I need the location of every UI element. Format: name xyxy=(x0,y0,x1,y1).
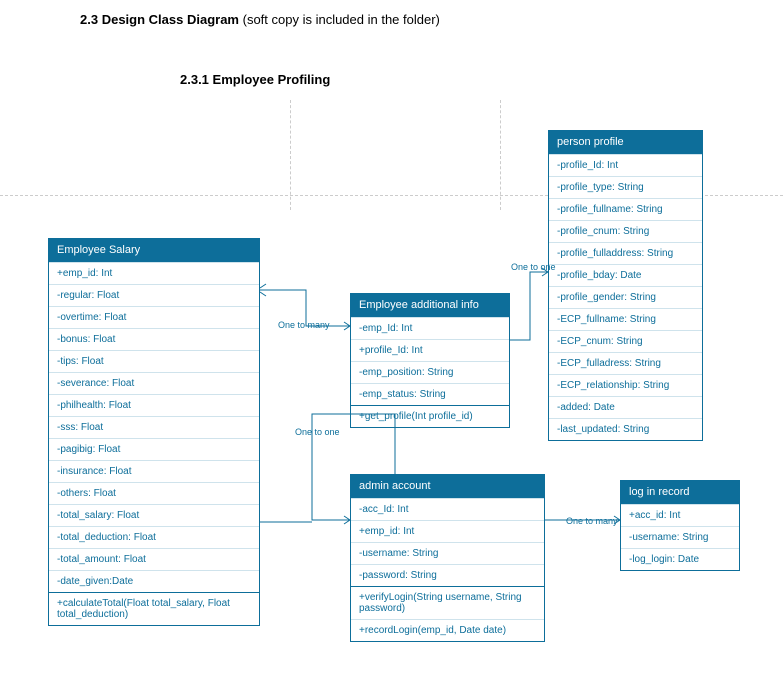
class-attr: -severance: Float xyxy=(49,372,259,394)
rel-one-to-many: One to many xyxy=(278,320,330,330)
class-attr: -emp_position: String xyxy=(351,361,509,383)
class-attr: -emp_Id: Int xyxy=(351,317,509,339)
class-attr: -added: Date xyxy=(549,396,702,418)
class-attr: -profile_fulladdress: String xyxy=(549,242,702,264)
guide-line xyxy=(500,100,501,210)
class-title: Employee additional info xyxy=(351,294,509,317)
class-attr: -profile_bday: Date xyxy=(549,264,702,286)
subsection-number: 2.3.1 xyxy=(180,72,209,87)
rel-one-to-one: One to one xyxy=(511,262,556,272)
class-attr: -profile_Id: Int xyxy=(549,154,702,176)
class-attr: -insurance: Float xyxy=(49,460,259,482)
class-title: Employee Salary xyxy=(49,239,259,262)
class-attr: -log_login: Date xyxy=(621,548,739,570)
class-attr: -tips: Float xyxy=(49,350,259,372)
class-attr: -password: String xyxy=(351,564,544,586)
class-attr: -profile_cnum: String xyxy=(549,220,702,242)
class-attr: -acc_Id: Int xyxy=(351,498,544,520)
class-attr: +acc_id: Int xyxy=(621,504,739,526)
rel-one-to-one: One to one xyxy=(295,427,340,437)
class-op: +get_profile(Int profile_id) xyxy=(351,405,509,427)
rel-one-to-many: One to many xyxy=(566,516,618,526)
class-attr: +emp_id: Int xyxy=(351,520,544,542)
class-attr: -ECP_fulladress: String xyxy=(549,352,702,374)
class-attr: -last_updated: String xyxy=(549,418,702,440)
class-attr: -total_amount: Float xyxy=(49,548,259,570)
class-attr: -sss: Float xyxy=(49,416,259,438)
subsection-heading: 2.3.1 Employee Profiling xyxy=(180,72,330,87)
class-person-profile: person profile -profile_Id: Int -profile… xyxy=(548,130,703,441)
class-attr: -pagibig: Float xyxy=(49,438,259,460)
class-attr: -emp_status: String xyxy=(351,383,509,405)
class-attr: -date_given:Date xyxy=(49,570,259,592)
class-attr: -profile_gender: String xyxy=(549,286,702,308)
section-heading: 2.3 Design Class Diagram (soft copy is i… xyxy=(80,12,440,27)
class-attr: -username: String xyxy=(351,542,544,564)
class-attr: -regular: Float xyxy=(49,284,259,306)
class-op: +recordLogin(emp_id, Date date) xyxy=(351,619,544,641)
class-title: person profile xyxy=(549,131,702,154)
class-attr: -ECP_cnum: String xyxy=(549,330,702,352)
class-attr: -total_salary: Float xyxy=(49,504,259,526)
class-title: log in record xyxy=(621,481,739,504)
class-employee-additional-info: Employee additional info -emp_Id: Int +p… xyxy=(350,293,510,428)
class-log-in-record: log in record +acc_id: Int -username: St… xyxy=(620,480,740,571)
class-attr: +emp_id: Int xyxy=(49,262,259,284)
subsection-title-text: Employee Profiling xyxy=(213,72,331,87)
class-attr: -philhealth: Float xyxy=(49,394,259,416)
class-attr: +profile_Id: Int xyxy=(351,339,509,361)
class-attr: -total_deduction: Float xyxy=(49,526,259,548)
class-attr: -username: String xyxy=(621,526,739,548)
class-attr: -profile_type: String xyxy=(549,176,702,198)
class-attr: -ECP_fullname: String xyxy=(549,308,702,330)
section-number: 2.3 xyxy=(80,12,98,27)
class-attr: -bonus: Float xyxy=(49,328,259,350)
class-admin-account: admin account -acc_Id: Int +emp_id: Int … xyxy=(350,474,545,642)
guide-line xyxy=(290,100,291,210)
class-op: +calculateTotal(Float total_salary, Floa… xyxy=(49,592,259,625)
section-title-text: Design Class Diagram xyxy=(102,12,239,27)
section-note: (soft copy is included in the folder) xyxy=(243,12,440,27)
class-attr: -others: Float xyxy=(49,482,259,504)
class-attr: -overtime: Float xyxy=(49,306,259,328)
class-attr: -ECP_relationship: String xyxy=(549,374,702,396)
class-op: +verifyLogin(String username, String pas… xyxy=(351,586,544,619)
class-attr: -profile_fullname: String xyxy=(549,198,702,220)
class-employee-salary: Employee Salary +emp_id: Int -regular: F… xyxy=(48,238,260,626)
class-title: admin account xyxy=(351,475,544,498)
